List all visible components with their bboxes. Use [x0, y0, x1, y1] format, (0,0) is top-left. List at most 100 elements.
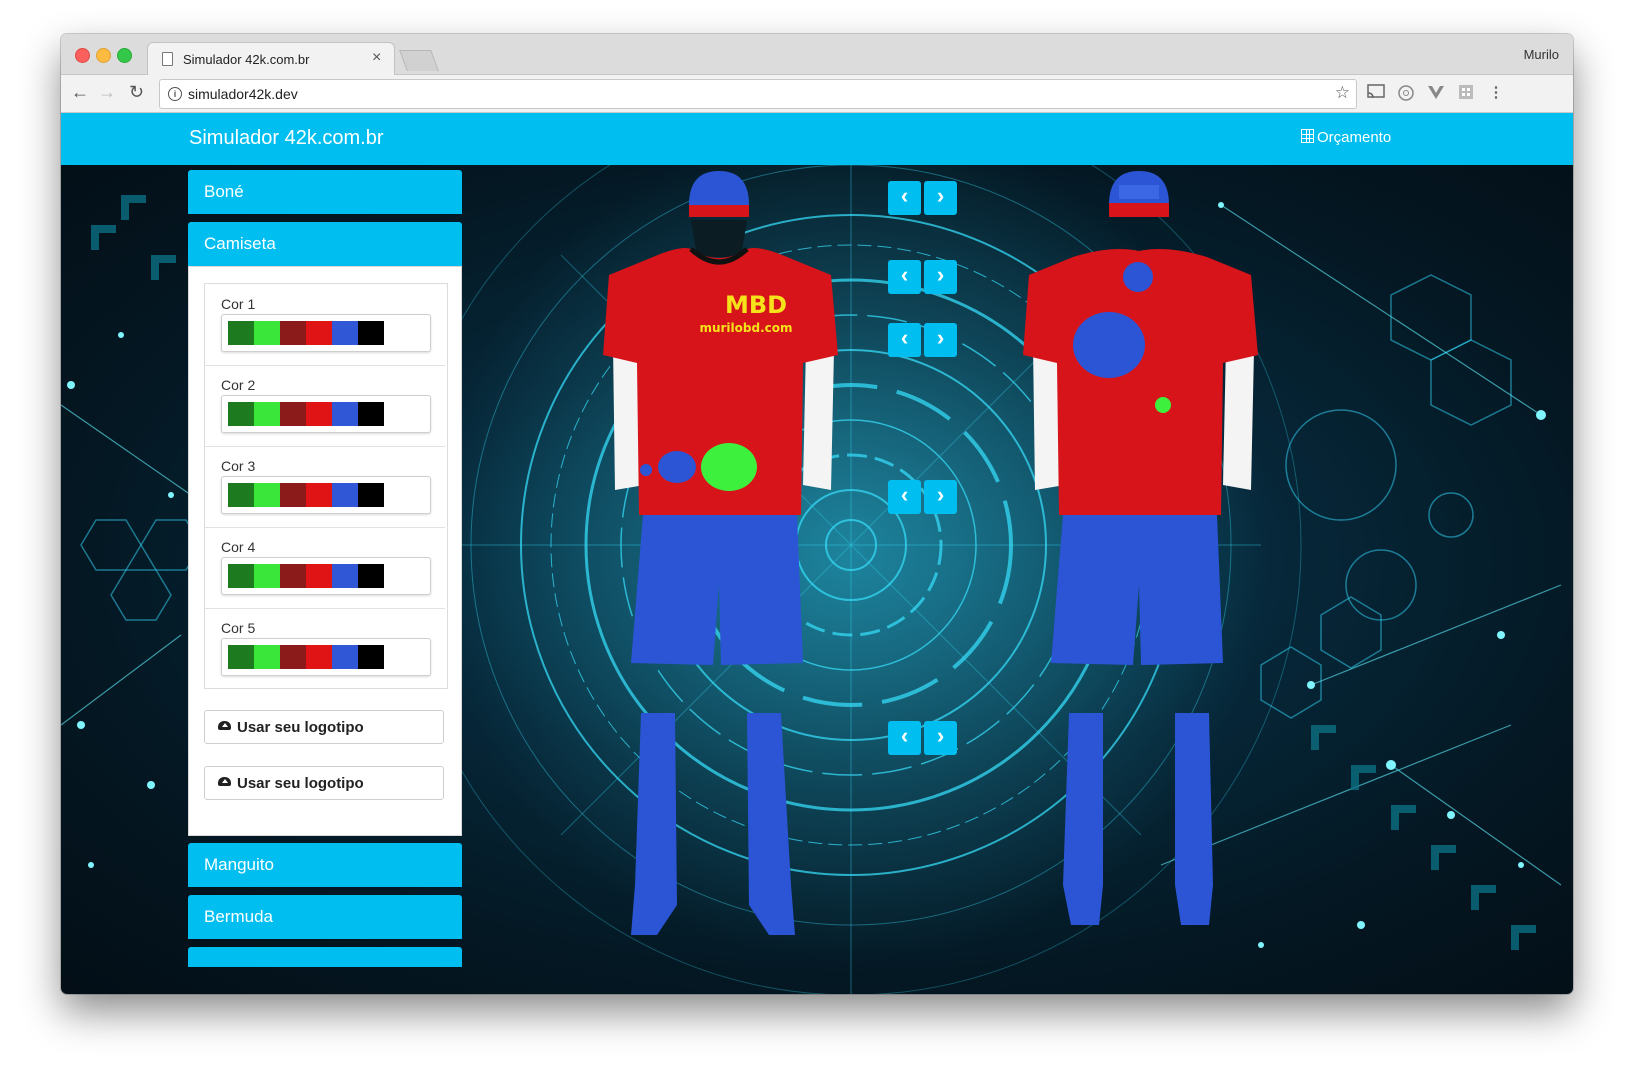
swatch-light-green[interactable]: [254, 564, 280, 588]
shirt-model-arrows: ‹ ›: [888, 260, 958, 294]
close-window-button[interactable]: [75, 48, 90, 63]
new-tab-button[interactable]: [399, 50, 439, 71]
panel-manguito-label: Manguito: [204, 855, 274, 874]
cap-front: [689, 171, 749, 205]
swatch-dark-green[interactable]: [228, 483, 254, 507]
swatch-light-green[interactable]: [254, 645, 280, 669]
swatch-blue[interactable]: [332, 321, 358, 345]
upload-logo-label: Usar seu logotipo: [237, 719, 364, 736]
sleeve-prev-button[interactable]: ‹: [888, 323, 921, 357]
reload-icon[interactable]: ↻: [129, 82, 144, 102]
swatch-dark-red[interactable]: [280, 321, 306, 345]
cap-arrows: ‹ ›: [888, 181, 958, 215]
budget-link[interactable]: Orçamento: [1301, 129, 1391, 146]
address-bar[interactable]: i simulador42k.dev ☆: [159, 79, 1357, 109]
swatch-dark-red[interactable]: [280, 564, 306, 588]
panel-bone[interactable]: Boné: [188, 170, 462, 214]
tab-title: Simulador 42k.com.br: [183, 52, 310, 67]
sleeve-arrows: ‹ ›: [888, 323, 958, 357]
upload-logo-label: Usar seu logotipo: [237, 775, 364, 792]
swatch-light-green[interactable]: [254, 321, 280, 345]
browser-window: Simulador 42k.com.br × Murilo ← → ↻ i si…: [61, 34, 1573, 994]
swatch-dark-red[interactable]: [280, 645, 306, 669]
swatch-dark-green[interactable]: [228, 321, 254, 345]
kit-front[interactable]: MBD murilobd.com: [591, 165, 851, 945]
cap-next-button[interactable]: ›: [924, 181, 957, 215]
color-palette: [221, 638, 431, 676]
swatch-blue[interactable]: [332, 645, 358, 669]
socks-next-button[interactable]: ›: [924, 721, 957, 755]
swatch-red[interactable]: [306, 564, 332, 588]
swatch-dark-green[interactable]: [228, 645, 254, 669]
swatch-black[interactable]: [358, 321, 384, 345]
back-icon[interactable]: ←: [71, 82, 89, 102]
panel-bermuda[interactable]: Bermuda: [188, 895, 462, 939]
color-option-3: Cor 3: [205, 446, 445, 528]
cloud-upload-icon: [218, 721, 231, 730]
swatch-dark-green[interactable]: [228, 402, 254, 426]
swatch-blue[interactable]: [332, 564, 358, 588]
kit-back[interactable]: [1011, 165, 1271, 945]
swatch-black[interactable]: [358, 402, 384, 426]
kit-logo-text: MBD: [725, 291, 787, 319]
calculator-icon: [1301, 129, 1314, 143]
color-option-1: Cor 1: [205, 284, 445, 366]
shirt-model-next-button[interactable]: ›: [924, 260, 957, 294]
swatch-dark-green[interactable]: [228, 564, 254, 588]
extension-grid-icon[interactable]: [1457, 84, 1475, 102]
upload-logo-button-1[interactable]: Usar seu logotipo: [204, 710, 444, 744]
minimize-window-button[interactable]: [96, 48, 111, 63]
site-brand[interactable]: Simulador 42k.com.br: [189, 127, 384, 150]
sleeve-next-button[interactable]: ›: [924, 323, 957, 357]
profile-name[interactable]: Murilo: [1524, 47, 1559, 62]
swatch-dark-red[interactable]: [280, 402, 306, 426]
info-icon[interactable]: i: [168, 87, 182, 101]
swatch-red[interactable]: [306, 483, 332, 507]
shorts-prev-button[interactable]: ‹: [888, 480, 921, 514]
swatch-red[interactable]: [306, 402, 332, 426]
browser-tab[interactable]: Simulador 42k.com.br ×: [147, 42, 395, 76]
swatch-dark-red[interactable]: [280, 483, 306, 507]
color-palette: [221, 476, 431, 514]
browser-menu-icon[interactable]: ⋮: [1487, 84, 1505, 102]
upload-logo-button-2[interactable]: Usar seu logotipo: [204, 766, 444, 800]
tab-bar: Simulador 42k.com.br × Murilo: [61, 34, 1573, 76]
kit-site-text: murilobd.com: [699, 321, 792, 335]
color-list: Cor 1 Cor 2 Cor 3 Cor 4 Cor 5: [204, 283, 448, 689]
swatch-black[interactable]: [358, 564, 384, 588]
socks-prev-button[interactable]: ‹: [888, 721, 921, 755]
swatch-red[interactable]: [306, 321, 332, 345]
address-toolbar: ← → ↻ i simulador42k.dev ☆ ⋮: [61, 75, 1573, 113]
color-palette: [221, 395, 431, 433]
sock-left-back: [1063, 713, 1103, 925]
panel-bermuda-label: Bermuda: [204, 907, 273, 926]
cap-prev-button[interactable]: ‹: [888, 181, 921, 215]
swatch-light-green[interactable]: [254, 402, 280, 426]
shorts-next-button[interactable]: ›: [924, 480, 957, 514]
tab-close-icon[interactable]: ×: [372, 50, 381, 66]
shorts-back: [1051, 515, 1223, 665]
cast-icon[interactable]: [1367, 84, 1385, 102]
panel-next-partial[interactable]: [188, 947, 462, 967]
color-option-4: Cor 4: [205, 527, 445, 609]
forward-icon[interactable]: →: [98, 82, 116, 102]
shirt-model-prev-button[interactable]: ‹: [888, 260, 921, 294]
site-navbar: Simulador 42k.com.br Orçamento: [61, 113, 1573, 165]
maximize-window-button[interactable]: [117, 48, 132, 63]
swatch-black[interactable]: [358, 483, 384, 507]
sock-right-back: [1175, 713, 1213, 925]
sock-left-front: [631, 713, 677, 935]
vue-devtools-icon[interactable]: [1427, 84, 1445, 102]
camiseta-options: Cor 1 Cor 2 Cor 3 Cor 4 Cor 5 Usar seu l…: [188, 266, 462, 836]
swatch-black[interactable]: [358, 645, 384, 669]
color-label: Cor 1: [221, 296, 256, 312]
swatch-blue[interactable]: [332, 483, 358, 507]
extension-circle-icon[interactable]: [1397, 84, 1415, 102]
panel-camiseta[interactable]: Camiseta: [188, 222, 462, 266]
bookmark-star-icon[interactable]: ☆: [1335, 83, 1350, 103]
swatch-blue[interactable]: [332, 402, 358, 426]
color-palette: [221, 314, 431, 352]
swatch-red[interactable]: [306, 645, 332, 669]
panel-manguito[interactable]: Manguito: [188, 843, 462, 887]
swatch-light-green[interactable]: [254, 483, 280, 507]
